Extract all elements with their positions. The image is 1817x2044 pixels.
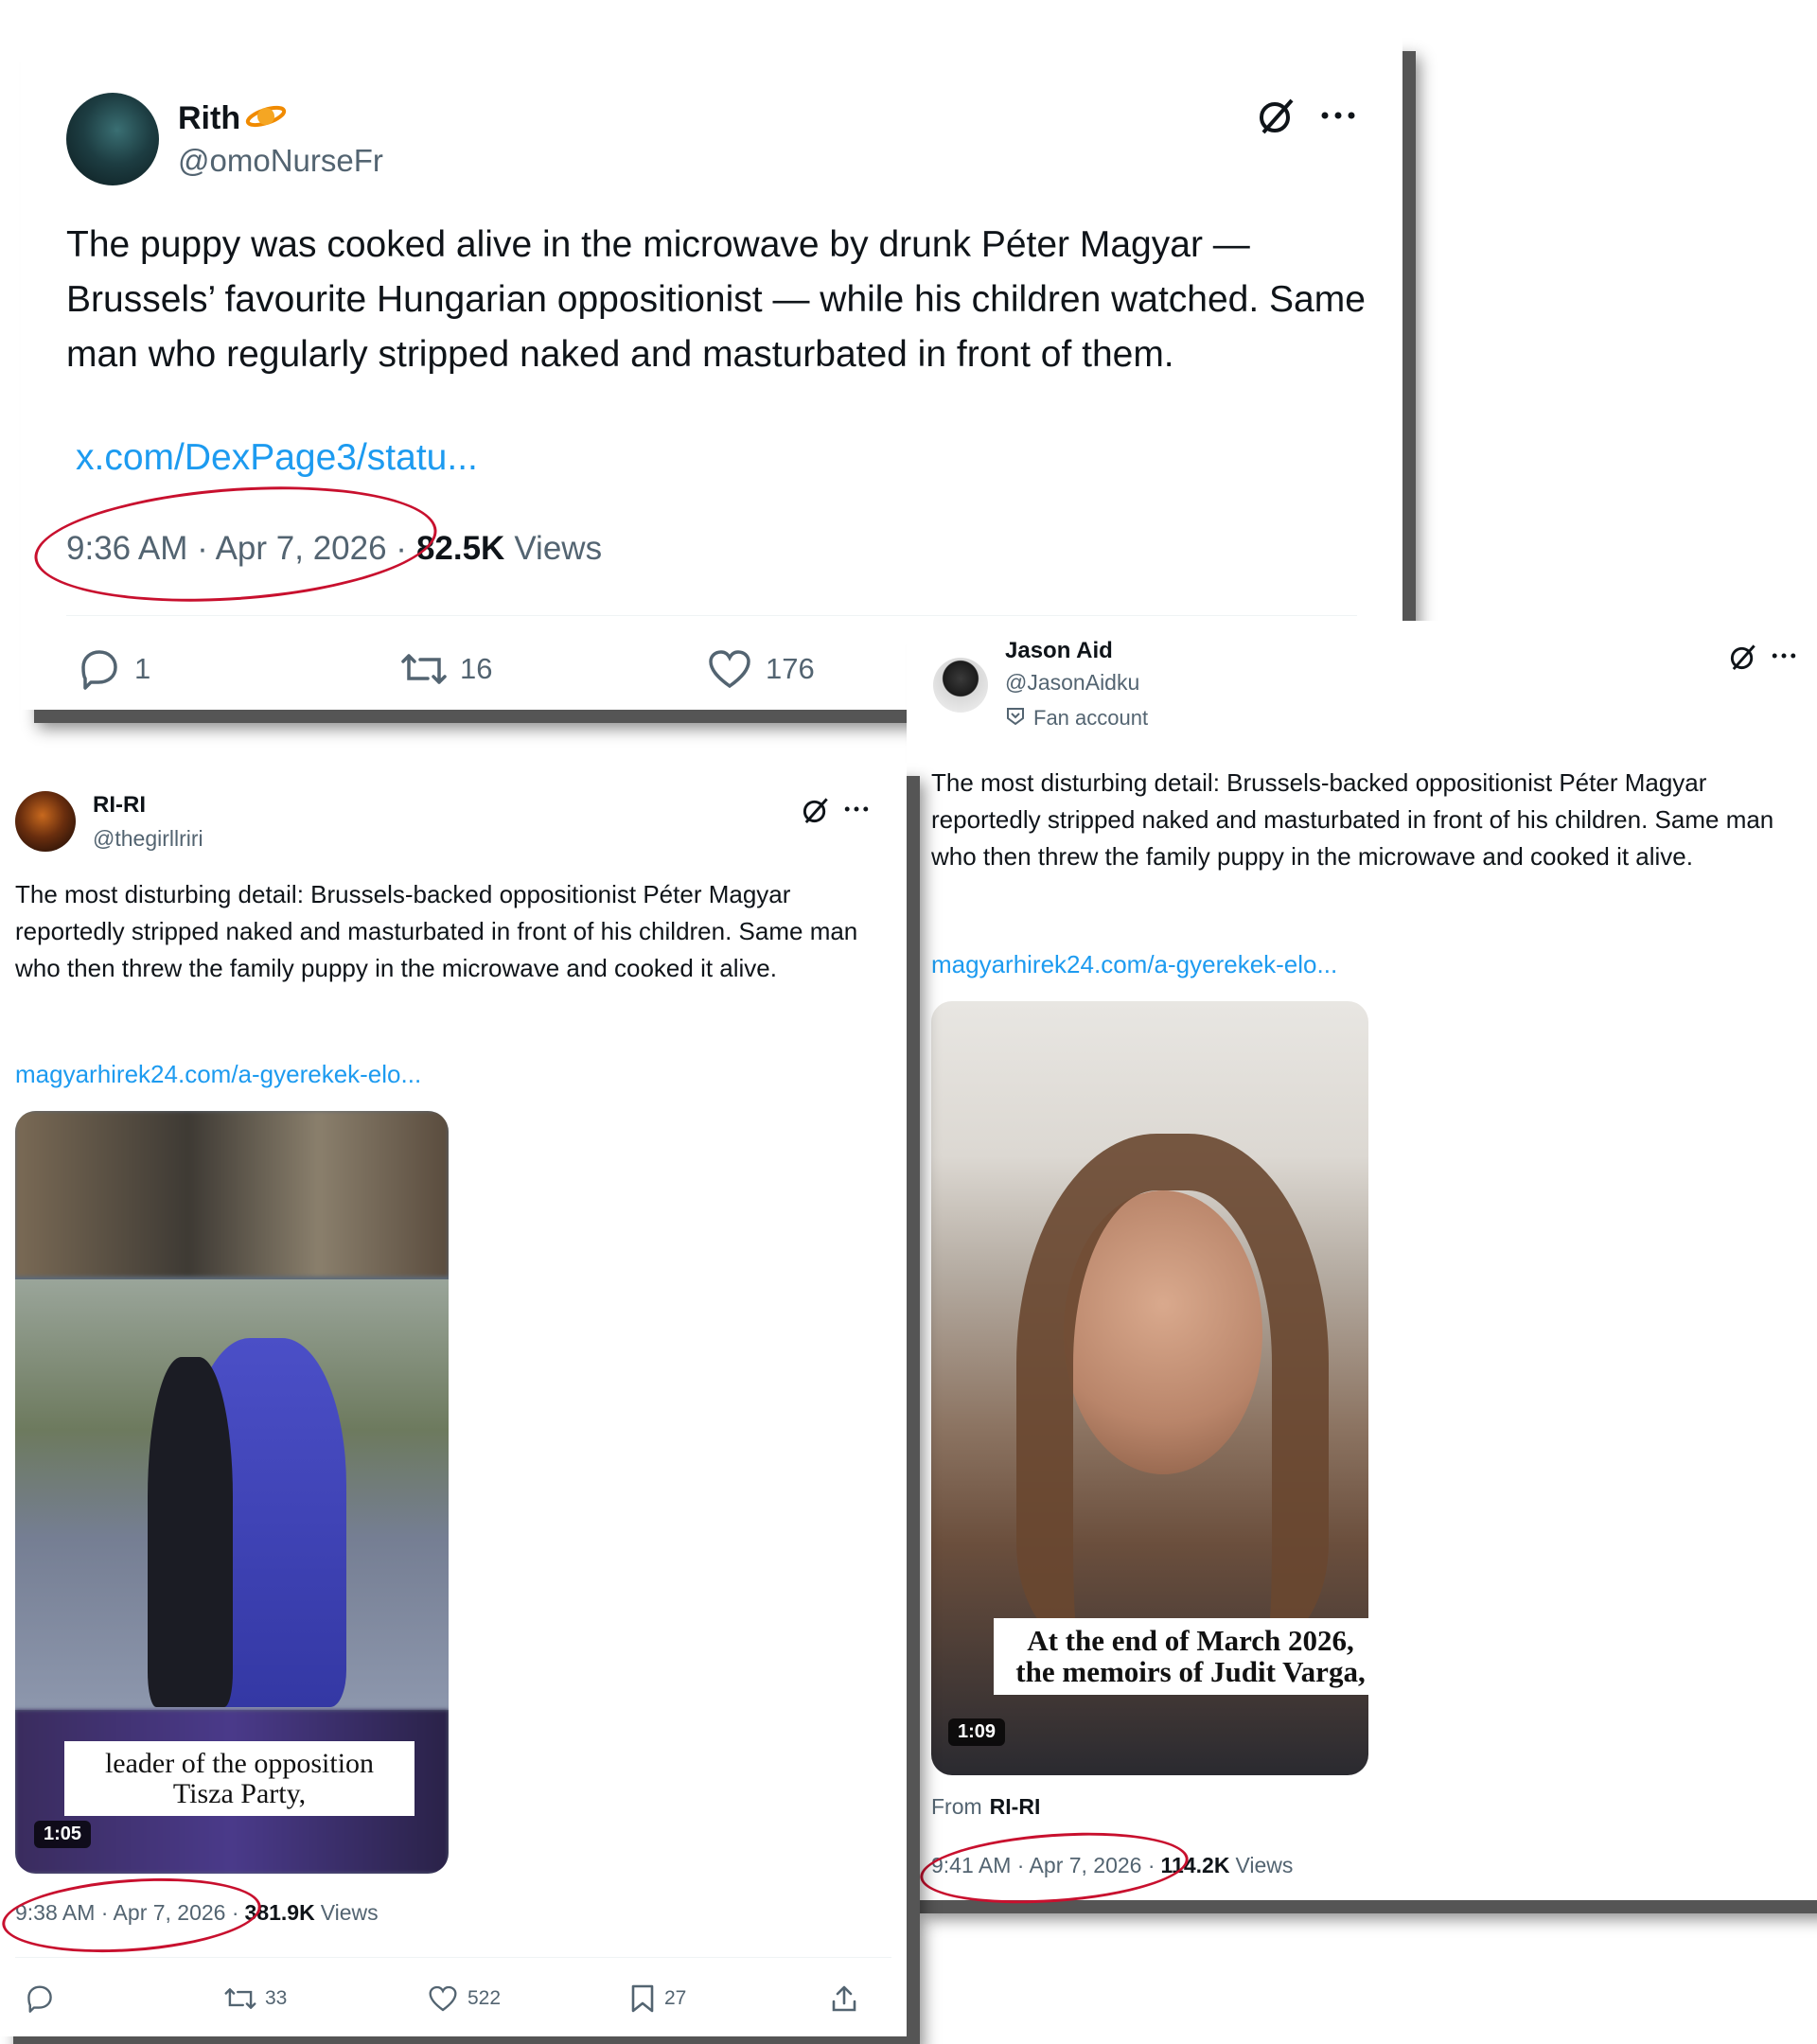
reply-count: 1 [134, 652, 151, 685]
tweet-text: The most disturbing detail: Brussels-bac… [15, 880, 858, 982]
share-icon [831, 1984, 857, 2013]
bookmark-button[interactable]: 27 [630, 1984, 686, 2013]
from-source[interactable]: RI-RI [990, 1794, 1041, 1820]
action-bar: 1 16 176 [78, 648, 815, 690]
views-label: Views [1235, 1853, 1294, 1877]
planet-emoji-icon [244, 102, 288, 135]
views-count: 381.9K [244, 1900, 315, 1925]
author-name[interactable]: RI-RI [93, 792, 203, 819]
tweet-link[interactable]: x.com/DexPage3/statu... [76, 437, 478, 479]
more-icon[interactable] [1319, 106, 1357, 125]
video-thumbnail[interactable]: leader of the opposition Tisza Party, 1:… [15, 1111, 449, 1874]
tweet-meta: 9:41 AM · Apr 7, 2026 · 114.2K Views [931, 1853, 1293, 1878]
reply-icon [25, 1984, 55, 2013]
repost-icon [399, 650, 449, 688]
grok-icon[interactable] [801, 795, 831, 825]
tweet-text: The most disturbing detail: Brussels-bac… [931, 768, 1774, 871]
grok-icon[interactable] [1256, 95, 1297, 136]
caption-line-1: leader of the opposition [104, 1748, 375, 1779]
tweet-card-ri-ri: RI-RI @thegirllriri The most disturbing … [0, 763, 907, 2036]
bookmark-count: 27 [664, 1987, 687, 2009]
like-count: 176 [766, 652, 815, 685]
divider [66, 615, 1357, 616]
tweet-text: The puppy was cooked alive in the microw… [66, 224, 1366, 375]
author-handle[interactable]: @thegirllriri [93, 826, 203, 852]
tweet-card-jason-aid: Jason Aid @JasonAidku Fan account The mo… [907, 621, 1817, 1912]
author-name[interactable]: Jason Aid [1005, 638, 1148, 664]
more-icon[interactable] [1770, 649, 1798, 662]
like-button[interactable]: 522 [428, 1984, 501, 2013]
video-top-panel [15, 1111, 449, 1277]
video-thumbnail[interactable]: At the end of March 2026, the memoirs of… [931, 1001, 1368, 1775]
author-handle[interactable]: @omoNurseFr [178, 143, 383, 179]
caption-line-2: the memoirs of Judit Varga, [1015, 1654, 1366, 1688]
fan-account-icon [1005, 705, 1026, 731]
repost-button[interactable]: 33 [223, 1985, 287, 2012]
repost-button[interactable]: 16 [399, 650, 492, 688]
reply-button[interactable]: 1 [78, 648, 150, 690]
like-icon [707, 648, 752, 690]
video-duration: 1:05 [34, 1821, 92, 1848]
author-name[interactable]: Rith [178, 100, 240, 137]
tweet-link[interactable]: magyarhirek24.com/a-gyerekek-elo... [15, 1060, 421, 1089]
repost-count: 33 [265, 1987, 288, 2009]
tweet-meta: 9:38 AM · Apr 7, 2026 · 381.9K Views [15, 1900, 379, 1926]
tweet-card-rith: Rith @omoNurseFr The puppy was cooked al… [21, 38, 1402, 710]
action-bar: 33 522 27 [25, 1982, 857, 2016]
video-caption: At the end of March 2026, the memoirs of… [994, 1618, 1368, 1696]
bookmark-icon [630, 1984, 655, 2013]
avatar[interactable] [933, 657, 988, 713]
timestamp[interactable]: 9:41 AM · Apr 7, 2026 · [931, 1853, 1155, 1878]
views-count: 82.5K [415, 530, 505, 567]
repost-icon [223, 1985, 257, 2012]
video-hair [1016, 1134, 1329, 1645]
video-dancer-suit [148, 1357, 233, 1707]
from-label: From [931, 1794, 982, 1819]
share-button[interactable] [831, 1984, 857, 2013]
timestamp[interactable]: 9:38 AM · Apr 7, 2026 · [15, 1900, 239, 1926]
views-label: Views [514, 530, 603, 567]
more-icon[interactable] [842, 802, 871, 816]
like-icon [428, 1984, 458, 2013]
divider [15, 1957, 891, 1958]
fan-account-badge: Fan account [1033, 706, 1149, 730]
caption-line-1: At the end of March 2026, [1027, 1624, 1354, 1657]
reply-icon [78, 648, 121, 690]
video-duration: 1:09 [948, 1718, 1006, 1746]
avatar[interactable] [15, 791, 76, 852]
tweet-link[interactable]: magyarhirek24.com/a-gyerekek-elo... [931, 950, 1337, 979]
reply-button[interactable] [25, 1984, 55, 2013]
video-caption: leader of the opposition Tisza Party, [64, 1741, 415, 1816]
repost-count: 16 [460, 652, 493, 685]
like-count: 522 [467, 1987, 502, 2009]
timestamp[interactable]: 9:36 AM · Apr 7, 2026 · [66, 530, 407, 568]
like-button[interactable]: 176 [707, 648, 815, 690]
avatar[interactable] [66, 93, 159, 185]
author-handle[interactable]: @JasonAidku [1005, 670, 1148, 696]
views-count: 114.2K [1160, 1853, 1230, 1877]
caption-line-2: Tisza Party, [172, 1777, 307, 1809]
grok-icon[interactable] [1728, 642, 1758, 672]
views-label: Views [320, 1900, 379, 1925]
tweet-meta: 9:36 AM · Apr 7, 2026 · 82.5K Views [66, 530, 602, 568]
